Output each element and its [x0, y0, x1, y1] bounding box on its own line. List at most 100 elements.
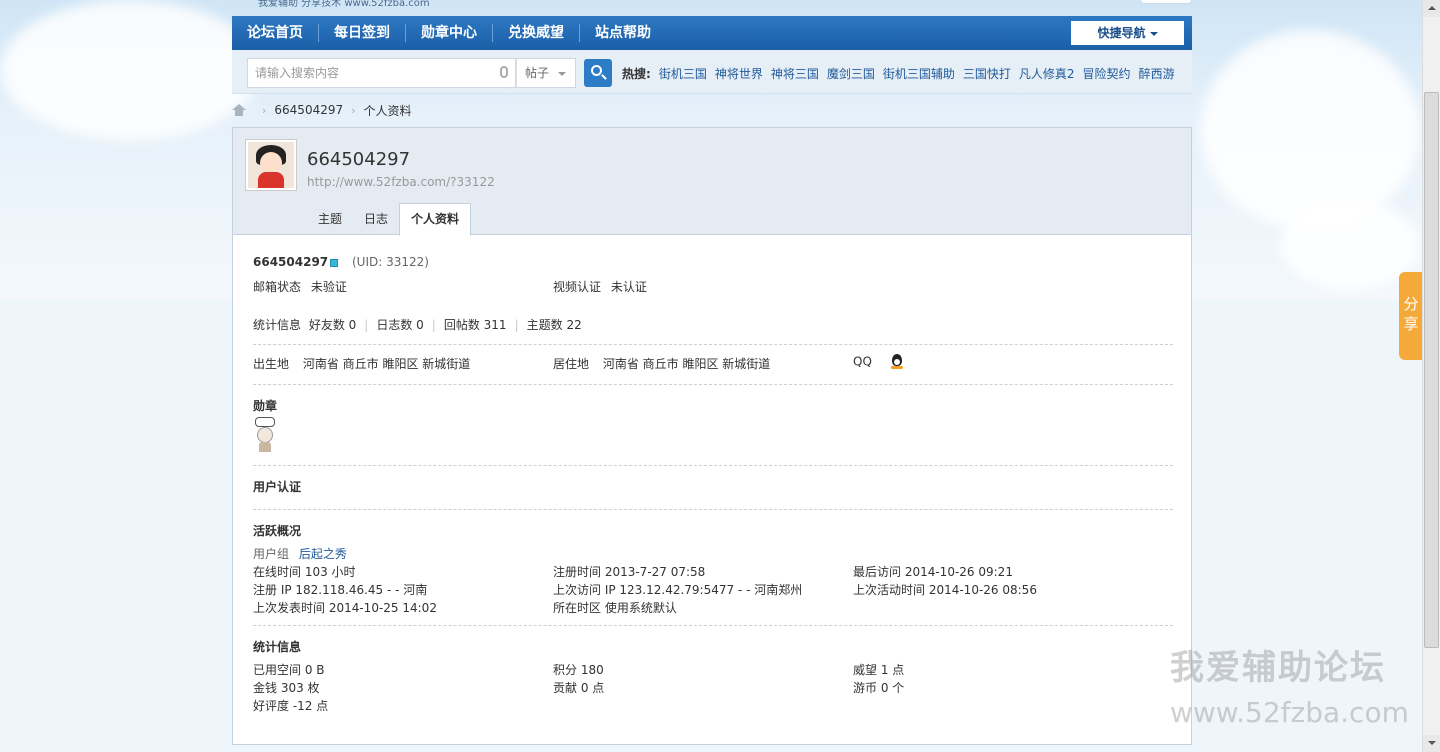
activity-title: 活跃概况 — [253, 524, 302, 538]
divider — [253, 465, 1173, 466]
avatar[interactable] — [245, 139, 297, 191]
search-type-select[interactable]: 帖子 — [516, 58, 576, 88]
email-status-value: 未验证 — [310, 280, 347, 294]
profile-url[interactable]: http://www.52fzba.com/?33122 — [307, 175, 495, 189]
used-space: 已用空间 0 B — [253, 663, 325, 677]
logo-text: 我爱辅助 分享技术 www.52fzba.com — [258, 0, 430, 9]
nav-daily-signin[interactable]: 每日签到 — [319, 24, 406, 42]
residence: 居住地 河南省 商丘市 睢阳区 新城街道 — [553, 355, 770, 372]
email-status-label: 邮箱状态 — [253, 280, 302, 294]
divider — [253, 625, 1173, 626]
qq-label: QQ — [853, 354, 872, 369]
search-input[interactable]: 请输入搜索内容 — [247, 58, 516, 88]
nav-forum-home[interactable]: 论坛首页 — [232, 24, 319, 42]
usergroup-link[interactable]: 后起之秀 — [299, 547, 347, 561]
online-status-icon — [330, 258, 339, 267]
profile-tabs: 主题 日志 个人资料 — [307, 202, 472, 236]
profile-uid: (UID: 33122) — [351, 255, 429, 269]
search-bar: 请输入搜索内容 帖子 热搜: 街机三国 神将世界 神将三国 魔剑三国 街机三国辅… — [232, 50, 1192, 94]
scroll-thumb[interactable] — [1424, 92, 1439, 648]
search-icon — [591, 65, 602, 76]
scroll-down-arrow-icon[interactable] — [1423, 735, 1440, 752]
prestige: 威望 1 点 — [853, 663, 905, 677]
residence-label: 居住地 — [553, 357, 590, 371]
video-status-value: 未认证 — [610, 280, 647, 294]
cloud-decoration — [0, 0, 260, 140]
divider — [253, 509, 1173, 510]
contribution: 贡献 0 点 — [553, 681, 605, 695]
hot-search-link[interactable]: 凡人修真2 — [1019, 65, 1075, 82]
divider — [253, 344, 1173, 345]
uid-row: 664504297 (UID: 33122) — [253, 255, 429, 269]
share-label: 分享 — [1403, 295, 1419, 333]
microphone-icon[interactable] — [500, 66, 508, 78]
rating: 好评度 -12 点 — [253, 699, 329, 713]
tab-threads[interactable]: 主题 — [307, 204, 353, 235]
divider — [253, 384, 1173, 385]
friends-count[interactable]: 好友数 0 — [309, 318, 356, 332]
medals-title: 勋章 — [253, 399, 278, 413]
hot-search-link[interactable]: 神将三国 — [771, 65, 819, 82]
stats-label: 统计信息 — [253, 318, 302, 332]
hot-search-link[interactable]: 三国快打 — [963, 65, 1011, 82]
coins: 游币 0 个 — [853, 681, 905, 695]
home-icon[interactable] — [232, 104, 246, 116]
watermark-en: www.52fzba.com — [1170, 696, 1409, 729]
last-post: 上次发表时间 2014-10-25 14:02 — [253, 601, 437, 615]
hot-search-link[interactable]: 神将世界 — [715, 65, 763, 82]
hot-search-list: 热搜: 街机三国 神将世界 神将三国 魔剑三国 街机三国辅助 三国快打 凡人修真… — [622, 65, 1183, 82]
hot-search-link[interactable]: 魔剑三国 — [827, 65, 875, 82]
replies-count[interactable]: 回帖数 311 — [444, 318, 507, 332]
site-logo[interactable]: 我爱辅助 分享技术 www.52fzba.com — [258, 0, 518, 9]
nav-exchange-prestige[interactable]: 兑换威望 — [493, 24, 580, 42]
main-nav: 论坛首页 每日签到 勋章中心 兑换威望 站点帮助 快捷导航 — [232, 16, 1192, 50]
top-login-tab[interactable] — [1140, 0, 1192, 4]
birthplace-label: 出生地 — [253, 357, 290, 371]
last-visit: 最后访问 2014-10-26 09:21 — [853, 565, 1013, 579]
register-time: 注册时间 2013-7-27 07:58 — [553, 565, 706, 579]
search-type-label: 帖子 — [525, 66, 550, 80]
share-tab[interactable]: 分享 — [1399, 272, 1423, 360]
breadcrumb-separator: › — [351, 103, 356, 117]
usergroup: 用户组 后起之秀 — [253, 545, 347, 562]
blogs-count[interactable]: 日志数 0 — [376, 318, 423, 332]
tab-profile[interactable]: 个人资料 — [399, 203, 472, 236]
hot-search-link[interactable]: 冒险契约 — [1083, 65, 1131, 82]
threads-count[interactable]: 主题数 22 — [527, 318, 582, 332]
page-scrollbar[interactable] — [1422, 0, 1440, 752]
chevron-down-icon — [1149, 31, 1158, 36]
profile-username: 664504297 — [307, 149, 411, 170]
breadcrumb-user[interactable]: 664504297 — [274, 103, 343, 117]
timezone: 所在时区 使用系统默认 — [553, 601, 677, 615]
profile-name: 664504297 — [253, 255, 329, 269]
stats-summary: 统计信息 好友数 0 | 日志数 0 | 回帖数 311 | 主题数 22 — [253, 318, 582, 332]
chevron-down-icon — [558, 72, 566, 76]
quick-nav-label: 快捷导航 — [1097, 26, 1146, 40]
scroll-up-arrow-icon[interactable] — [1423, 0, 1440, 17]
birthplace-value: 河南省 商丘市 睢阳区 新城街道 — [302, 357, 471, 371]
cloud-decoration — [1200, 30, 1420, 230]
medal-icon[interactable] — [254, 417, 276, 453]
last-active: 上次活动时间 2014-10-26 08:56 — [853, 583, 1037, 597]
tab-blog[interactable]: 日志 — [353, 204, 399, 235]
search-button[interactable] — [584, 59, 612, 87]
breadcrumb-current: 个人资料 — [363, 103, 412, 118]
hot-search-link[interactable]: 醉西游 — [1139, 65, 1175, 82]
nav-medal-center[interactable]: 勋章中心 — [406, 24, 493, 42]
email-status: 邮箱状态 未验证 — [253, 278, 347, 295]
hot-search-link[interactable]: 街机三国辅助 — [883, 65, 955, 82]
breadcrumb-separator: › — [262, 103, 267, 117]
usergroup-label: 用户组 — [253, 547, 290, 561]
qq-penguin-icon[interactable] — [890, 354, 904, 370]
money: 金钱 303 枚 — [253, 681, 320, 695]
birthplace: 出生地 河南省 商丘市 睢阳区 新城街道 — [253, 355, 470, 372]
verify-title: 用户认证 — [253, 480, 302, 494]
nav-site-help[interactable]: 站点帮助 — [580, 24, 666, 42]
statistics-title: 统计信息 — [253, 640, 302, 654]
profile-card: 664504297 http://www.52fzba.com/?33122 主… — [232, 127, 1192, 745]
hot-search-link[interactable]: 街机三国 — [659, 65, 707, 82]
register-ip: 注册 IP 182.118.46.45 - - 河南 — [253, 583, 428, 597]
quick-nav-button[interactable]: 快捷导航 — [1071, 21, 1184, 45]
profile-header: 664504297 http://www.52fzba.com/?33122 主… — [233, 128, 1191, 236]
video-status: 视频认证 未认证 — [553, 278, 647, 295]
